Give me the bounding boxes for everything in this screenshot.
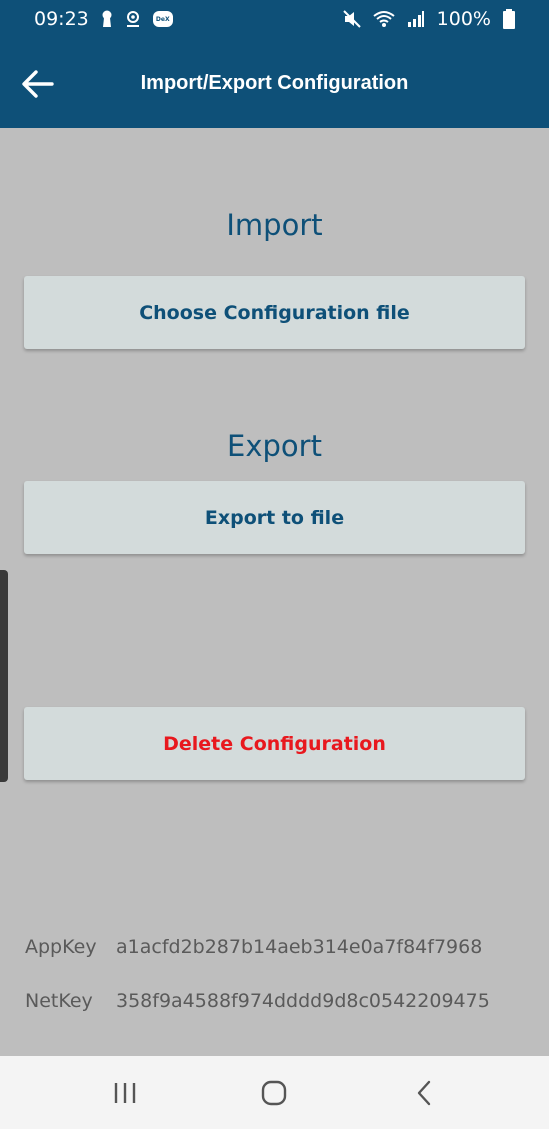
import-heading: Import [226, 208, 323, 242]
mute-icon [342, 10, 361, 28]
export-heading: Export [227, 429, 322, 463]
home-button[interactable] [244, 1063, 304, 1123]
back-nav-icon [417, 1080, 431, 1105]
back-nav-button[interactable] [394, 1063, 454, 1123]
netkey-row: NetKey 358f9a4588f974dddd9d8c0542209475 [25, 990, 490, 1012]
appkey-row: AppKey a1acfd2b287b14aeb314e0a7f84f7968 [25, 936, 482, 958]
arrow-back-icon [22, 70, 54, 98]
delete-configuration-button[interactable]: Delete Configuration [24, 707, 525, 780]
status-left: 09:23 DeX [34, 8, 173, 30]
battery-percent: 100% [436, 8, 491, 30]
appkey-label: AppKey [25, 936, 97, 958]
dex-icon: DeX [152, 11, 173, 27]
netkey-label: NetKey [25, 990, 93, 1012]
netkey-value: 358f9a4588f974dddd9d8c0542209475 [116, 990, 490, 1012]
recent-apps-icon [114, 1082, 136, 1103]
edge-panel-handle[interactable] [0, 570, 8, 782]
recent-apps-button[interactable] [95, 1063, 155, 1123]
keyhole-icon [101, 10, 113, 28]
battery-icon [503, 9, 515, 29]
status-right: 100% [342, 8, 515, 30]
wifi-icon [373, 10, 395, 28]
choose-configuration-file-button[interactable]: Choose Configuration file [24, 276, 525, 349]
status-bar: 09:23 DeX 100% [0, 0, 549, 38]
home-icon [262, 1080, 287, 1105]
app-bar: Import/Export Configuration [0, 38, 549, 128]
signal-icon [407, 10, 425, 28]
export-to-file-button[interactable]: Export to file [24, 481, 525, 554]
status-time: 09:23 [34, 8, 89, 30]
page-title: Import/Export Configuration [140, 71, 409, 94]
back-button[interactable] [16, 62, 60, 106]
navigation-bar [0, 1056, 549, 1129]
location-icon [125, 10, 141, 28]
appkey-value: a1acfd2b287b14aeb314e0a7f84f7968 [116, 936, 483, 958]
